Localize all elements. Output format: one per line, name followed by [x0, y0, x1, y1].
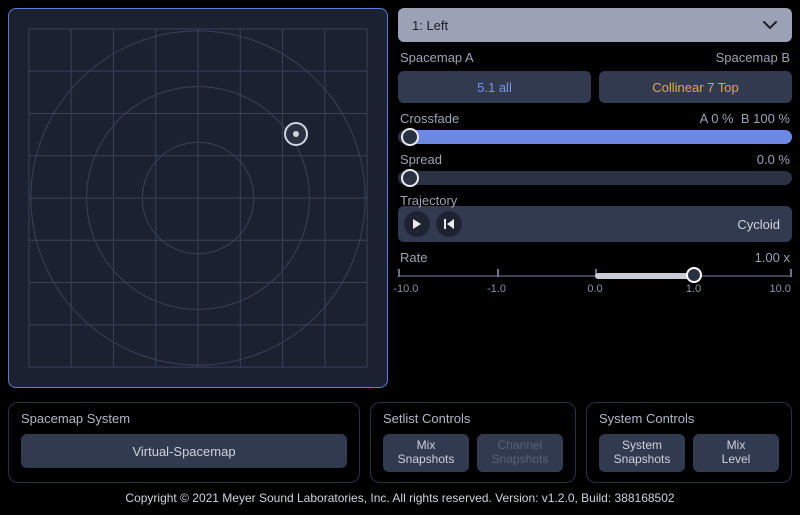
- system-controls-panel: System Controls SystemSnapshots MixLevel: [586, 402, 792, 483]
- trajectory-section: Trajectory Cycloid: [398, 193, 792, 242]
- spread-labels: Spread 0.0 %: [398, 152, 792, 167]
- setlist-controls-title: Setlist Controls: [383, 411, 563, 426]
- rate-section: Rate 1.00 x -10.0 -1.0 0.0 1.0 10.0: [398, 250, 792, 297]
- system-controls-title: System Controls: [599, 411, 779, 426]
- channel-dropdown[interactable]: 1: Left: [398, 8, 792, 42]
- trajectory-name: Cycloid: [737, 217, 780, 232]
- position-puck[interactable]: [284, 122, 308, 146]
- system-snapshots-button[interactable]: SystemSnapshots: [599, 434, 685, 472]
- right-pane: 1: Left Spacemap A Spacemap B 5.1 all Co…: [398, 8, 792, 392]
- crossfade-labels: Crossfade A 0 % B 100 %: [398, 111, 792, 126]
- main-row: 1: Left Spacemap A Spacemap B 5.1 all Co…: [8, 8, 792, 392]
- chevron-down-icon: [762, 18, 778, 33]
- mix-snapshots-button[interactable]: MixSnapshots: [383, 434, 469, 472]
- spread-thumb[interactable]: [401, 169, 419, 187]
- spacemap-system-button[interactable]: Virtual-Spacemap: [21, 434, 347, 468]
- crossfade-values: A 0 % B 100 %: [700, 111, 790, 126]
- rate-thumb[interactable]: [686, 267, 702, 283]
- setlist-controls-panel: Setlist Controls MixSnapshots ChannelSna…: [370, 402, 576, 483]
- rate-labels: Rate 1.00 x: [398, 250, 792, 265]
- crossfade-slider[interactable]: [398, 130, 792, 144]
- reset-button[interactable]: [436, 211, 462, 237]
- rate-label: Rate: [400, 250, 427, 265]
- spacemap-system-panel: Spacemap System Virtual-Spacemap: [8, 402, 360, 483]
- app-root: 1: Left Spacemap A Spacemap B 5.1 all Co…: [0, 0, 800, 515]
- spacemap-select-row: 5.1 all Collinear 7 Top: [398, 71, 792, 103]
- spread-label: Spread: [400, 152, 442, 167]
- rate-fill: [595, 273, 694, 279]
- channel-snapshots-button[interactable]: ChannelSnapshots: [477, 434, 563, 472]
- trajectory-bar: Cycloid: [398, 206, 792, 242]
- spacemap-a-header: Spacemap A: [400, 50, 474, 65]
- crossfade-section: Crossfade A 0 % B 100 %: [398, 111, 792, 144]
- trajectory-label: Trajectory: [400, 193, 457, 208]
- spacemap-header-row: Spacemap A Spacemap B: [398, 50, 792, 65]
- channel-dropdown-label: 1: Left: [412, 18, 448, 33]
- mix-level-button[interactable]: MixLevel: [693, 434, 779, 472]
- footer-text: Copyright © 2021 Meyer Sound Laboratorie…: [8, 483, 792, 507]
- bottom-row: Spacemap System Virtual-Spacemap Setlist…: [8, 402, 792, 483]
- rate-value: 1.00 x: [755, 250, 790, 265]
- spread-value: 0.0 %: [757, 152, 790, 167]
- spacemap-b-button[interactable]: Collinear 7 Top: [599, 71, 792, 103]
- spacemap-system-title: Spacemap System: [21, 411, 347, 426]
- crossfade-fill: [410, 130, 792, 144]
- play-button[interactable]: [404, 211, 430, 237]
- spacemap-canvas[interactable]: [8, 8, 388, 388]
- crossfade-label: Crossfade: [400, 111, 459, 126]
- spacemap-a-button[interactable]: 5.1 all: [398, 71, 591, 103]
- spread-section: Spread 0.0 %: [398, 152, 792, 185]
- spacemap-b-header: Spacemap B: [716, 50, 790, 65]
- spacemap-grid: [9, 9, 387, 387]
- skip-back-icon: [443, 218, 455, 230]
- rate-slider[interactable]: -10.0 -1.0 0.0 1.0 10.0: [398, 265, 792, 297]
- crossfade-thumb[interactable]: [401, 128, 419, 146]
- play-icon: [412, 218, 422, 230]
- spread-slider[interactable]: [398, 171, 792, 185]
